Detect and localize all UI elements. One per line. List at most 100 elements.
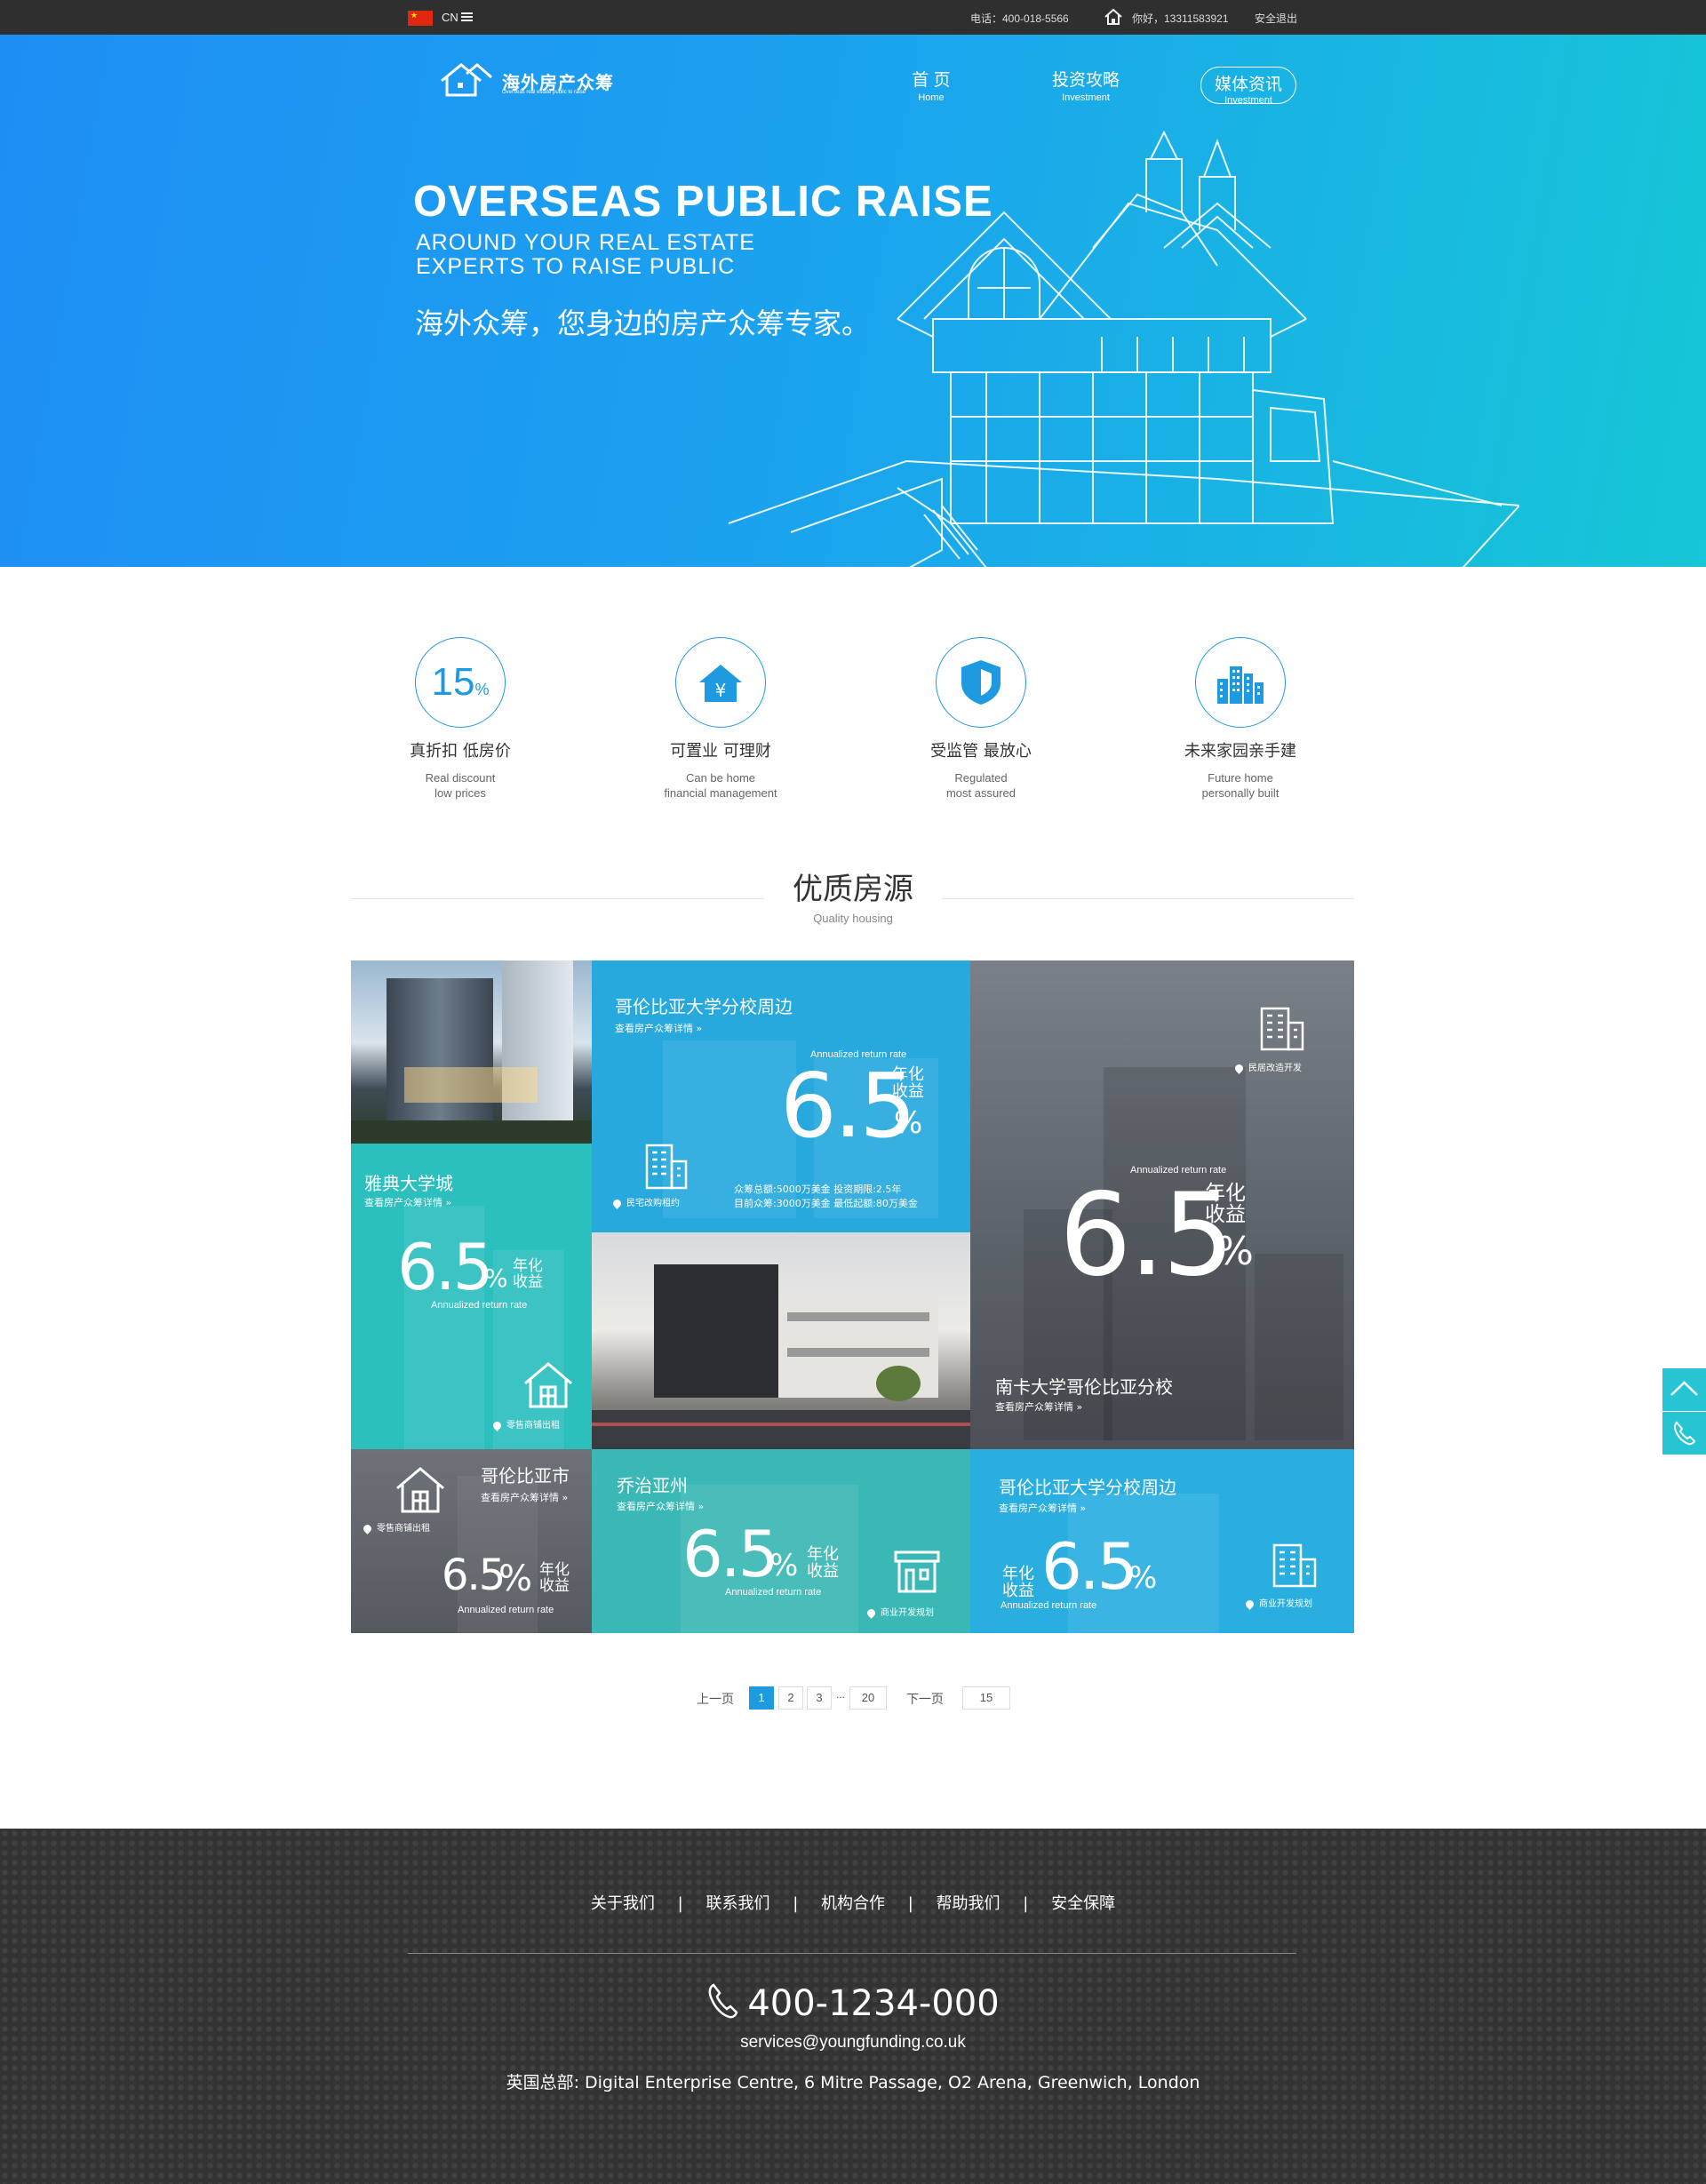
footer-link-help[interactable]: 帮助我们 xyxy=(937,1894,1000,1913)
percent-icon: 15 % xyxy=(415,637,506,728)
hero-line-2: EXPERTS TO RAISE PUBLIC xyxy=(416,254,736,279)
property-detail-link[interactable]: 查看房产众筹详情 » xyxy=(615,1021,702,1035)
percent-sign: % xyxy=(498,1558,533,1599)
china-flag-icon[interactable]: ★ xyxy=(408,11,433,26)
percent-sign: % xyxy=(1216,1229,1254,1274)
pager-page-2[interactable]: 2 xyxy=(778,1686,803,1710)
annualized-return-label: Annualized return rate xyxy=(725,1587,822,1598)
property-card-columbia-city[interactable]: 哥伦比亚市 查看房产众筹详情 » 零售商铺出租 6.5 % 年化 收益 Annua… xyxy=(351,1449,592,1633)
pager-page-1[interactable]: 1 xyxy=(749,1686,774,1710)
feature-subtitle-line1: Can be home xyxy=(685,771,756,785)
property-detail-link-label: 查看房产众筹详情 xyxy=(615,1023,693,1034)
property-detail-link-label: 查看房产众筹详情 xyxy=(481,1492,559,1503)
property-name: 哥伦比亚大学分校周边 xyxy=(615,996,793,1017)
annualized-return-label: Annualized return rate xyxy=(1000,1600,1097,1611)
language-selector[interactable]: CN xyxy=(442,11,458,24)
annualized-return-cn: 年化 收益 xyxy=(539,1562,570,1595)
nav-investment-guide[interactable]: 投资攻略 Investment xyxy=(1041,67,1130,103)
logout-link[interactable]: 安全退出 xyxy=(1255,11,1297,26)
nh-line1: 年化 xyxy=(892,1065,924,1084)
footer-link-partners[interactable]: 机构合作 xyxy=(821,1894,885,1913)
site-logo[interactable]: 海外房产众筹 Overseas real estate public to ra… xyxy=(440,61,618,102)
feature-title: 未来家园亲手建 xyxy=(1184,742,1296,761)
top-phone: 电话：400-018-5566 xyxy=(970,12,1069,25)
property-tag: 商业开发规划 xyxy=(1244,1596,1312,1610)
percent-sign: % xyxy=(894,1105,923,1141)
chevron-up-icon xyxy=(1670,1381,1698,1396)
pager-page-3[interactable]: 3 xyxy=(807,1686,832,1710)
building-icon xyxy=(1272,1543,1317,1588)
home-icon[interactable] xyxy=(1104,8,1123,26)
pager-prev[interactable]: 上一页 xyxy=(697,1690,734,1708)
nav-home[interactable]: 首 页 Home xyxy=(905,67,958,103)
nav-media-news-en: Investment xyxy=(1224,95,1272,106)
menu-icon[interactable] xyxy=(461,12,473,21)
property-detail-link[interactable]: 查看房产众筹详情 » xyxy=(481,1490,568,1504)
property-name: 哥伦比亚大学分校周边 xyxy=(999,1477,1176,1498)
property-name: 乔治亚州 xyxy=(617,1475,688,1496)
property-detail-link[interactable]: 查看房产众筹详情 » xyxy=(617,1499,704,1513)
property-detail-link-label: 查看房产众筹详情 xyxy=(995,1401,1073,1413)
feature-discount-number: 15 xyxy=(431,660,475,704)
property-card-athens[interactable]: 雅典大学城 查看房产众筹详情 » 6.5 % 年化 收益 Annualized r… xyxy=(351,1144,592,1449)
pager-ellipsis: ... xyxy=(836,1688,846,1701)
phone-contact-button[interactable] xyxy=(1662,1412,1706,1455)
property-card-columbia-1[interactable]: 哥伦比亚大学分校周边 查看房产众筹详情 » Annualized return … xyxy=(592,960,970,1232)
feature-subtitle-line2: low prices xyxy=(434,786,486,800)
building-icon xyxy=(645,1144,688,1190)
property-card-georgia[interactable]: 乔治亚州 查看房产众筹详情 » 6.5 % 年化 收益 Annualized re… xyxy=(592,1449,970,1633)
footer-phone[interactable]: 400-1234-000 xyxy=(0,1981,1706,2024)
svg-text:¥: ¥ xyxy=(715,680,727,701)
property-tag-label: 商业开发规划 xyxy=(881,1608,934,1618)
feature-title: 受监管 最放心 xyxy=(930,742,1032,761)
property-photo-glass-building[interactable] xyxy=(351,960,592,1144)
feature-discount-sign: % xyxy=(474,680,490,698)
return-rate-value: 6.5 xyxy=(682,1517,779,1591)
feature-title: 真折扣 低房价 xyxy=(410,742,511,761)
property-detail-link-label: 查看房产众筹详情 xyxy=(364,1197,442,1208)
feature-subtitle-line2: most assured xyxy=(945,786,1016,800)
footer-link-contact[interactable]: 联系我们 xyxy=(706,1894,769,1913)
pager-next[interactable]: 下一页 xyxy=(906,1690,944,1708)
return-rate-value: 6.5 xyxy=(397,1230,494,1304)
footer-link-about[interactable]: 关于我们 xyxy=(591,1894,655,1913)
pager-jump-input[interactable]: 15 xyxy=(962,1686,1010,1710)
pager-page-last[interactable]: 20 xyxy=(849,1686,887,1710)
annualized-return-cn: 年化 收益 xyxy=(1002,1566,1034,1600)
property-card-south-carolina[interactable]: 民居改造开发 Annualized return rate 6.5 年化 收益 %… xyxy=(970,960,1354,1449)
property-tag: 民宅改购租约 xyxy=(611,1195,680,1209)
property-photo-modern-apartments[interactable] xyxy=(592,1232,970,1449)
nav-media-news[interactable]: 媒体资讯 Investment xyxy=(1200,67,1296,106)
property-detail-link[interactable]: 查看房产众筹详情 » xyxy=(364,1195,451,1209)
funding-stat-2: 目前众筹:3000万美金 最低起额:80万美金 xyxy=(734,1198,918,1209)
footer-link-security[interactable]: 安全保障 xyxy=(1051,1894,1115,1913)
property-detail-link[interactable]: 查看房产众筹详情 » xyxy=(995,1399,1082,1414)
footer-email[interactable]: services@youngfunding.co.uk xyxy=(0,2033,1706,2052)
footer-separator: | xyxy=(677,1894,683,1913)
property-detail-link[interactable]: 查看房产众筹详情 » xyxy=(999,1501,1086,1515)
feature-subtitle-line1: Regulated xyxy=(954,771,1008,785)
footer-separator: | xyxy=(793,1894,799,1913)
feature-future-home: 未来家园亲手建 Future home personally built xyxy=(1152,637,1329,801)
house-wireframe-illustration xyxy=(728,130,1519,567)
property-card-columbia-2[interactable]: 哥伦比亚大学分校周边 查看房产众筹详情 » 年化 收益 6.5 % Annuali… xyxy=(970,1449,1354,1633)
feature-subtitle: Future home personally built xyxy=(1152,770,1329,801)
nav-home-en: Home xyxy=(918,92,945,103)
footer-phone-number: 400-1234-000 xyxy=(747,1983,1000,2024)
property-name: 哥伦比亚市 xyxy=(481,1465,570,1487)
footer-links: 关于我们 | 联系我们 | 机构合作 | 帮助我们 | 安全保障 xyxy=(0,1891,1706,1914)
location-pin-icon xyxy=(362,1522,373,1534)
percent-sign: % xyxy=(1128,1560,1158,1596)
user-greeting[interactable]: 你好，13311583921 xyxy=(1132,11,1229,26)
annualized-return-cn: 年化 收益 xyxy=(892,1065,924,1101)
annualized-return-label: Annualized return rate xyxy=(458,1605,554,1615)
feature-title: 可置业 可理财 xyxy=(670,742,771,761)
site-footer: 关于我们 | 联系我们 | 机构合作 | 帮助我们 | 安全保障 400-123… xyxy=(0,1829,1706,2184)
annualized-return-label: Annualized return rate xyxy=(431,1300,528,1311)
return-rate-value: 6.5 xyxy=(1041,1529,1138,1604)
feature-subtitle-line1: Real discount xyxy=(425,771,496,785)
building-icon xyxy=(1260,1007,1304,1051)
annualized-return-cn: 年化 收益 xyxy=(807,1546,839,1581)
percent-sign: % xyxy=(484,1263,508,1293)
back-to-top-button[interactable] xyxy=(1662,1368,1706,1411)
